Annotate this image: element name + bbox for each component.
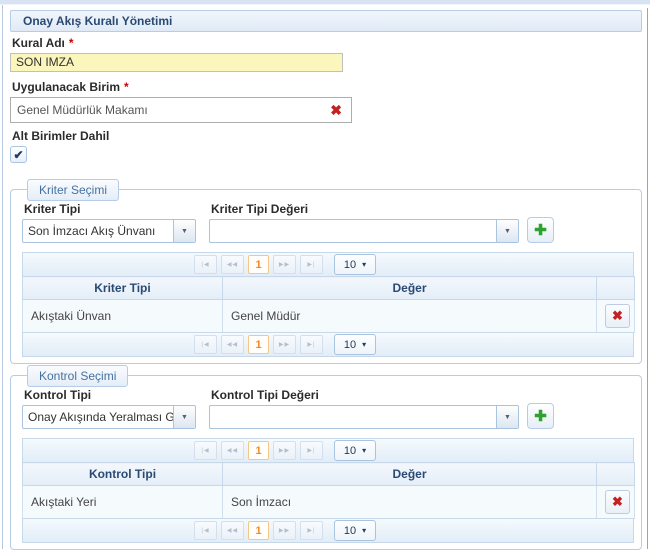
kontrol-row-value-cell: Son İmzacı [223, 486, 597, 519]
paginator-page-1-button[interactable]: 1 [248, 441, 269, 460]
kriter-paginator-top: |◀ ◀◀ 1 ▶▶ ▶| 10 ▾ [22, 252, 634, 277]
kontrol-table-col-action [597, 463, 635, 486]
kriter-table-col-value: Değer [223, 277, 597, 300]
kontrol-secimi-legend: Kontrol Seçimi [27, 365, 128, 387]
caret-down-icon: ▾ [362, 260, 366, 269]
uygulanacak-birim-label: Uygulanacak Birim* [12, 80, 642, 94]
kontrol-tipi-degeri-combobox[interactable]: ▼ [209, 405, 519, 429]
paginator-prev-button[interactable]: ◀◀ [221, 521, 244, 540]
caret-down-icon: ▾ [362, 526, 366, 535]
kriter-secimi-legend: Kriter Seçimi [27, 179, 119, 201]
required-asterisk: * [124, 80, 129, 94]
paginator-next-button[interactable]: ▶▶ [273, 521, 296, 540]
clear-x-icon[interactable]: ✖ [330, 102, 342, 118]
kontrol-tipi-selected-value: Onay Akışında Yeralması Gereken. [23, 406, 173, 428]
page-size-select[interactable]: 10 ▾ [334, 440, 376, 461]
paginator-last-button[interactable]: ▶| [300, 335, 323, 354]
paginator-first-button[interactable]: |◀ [194, 521, 217, 540]
delete-x-icon: ✖ [612, 494, 623, 510]
kontrol-table-col-value: Değer [223, 463, 597, 486]
kriter-tipi-selected-value: Son İmzacı Akış Ünvanı [23, 220, 173, 242]
kriter-tipi-degeri-selected-value [210, 220, 496, 242]
checkmark-icon: ✔ [13, 148, 23, 162]
paginator-first-button[interactable]: |◀ [194, 255, 217, 274]
add-kontrol-button[interactable]: ✚ [527, 403, 554, 429]
kontrol-paginator-top: |◀ ◀◀ 1 ▶▶ ▶| 10 ▾ [22, 438, 634, 463]
page-title: Onay Akış Kuralı Yönetimi [10, 10, 642, 32]
kriter-table: Kriter Tipi Değer Akıştaki Ünvan Genel M… [22, 276, 635, 333]
plus-icon: ✚ [534, 221, 547, 239]
panel-right-border [647, 8, 648, 549]
panel-left-border [2, 5, 3, 549]
kontrol-row-type-cell: Akıştaki Yeri [23, 486, 223, 519]
page-size-select[interactable]: 10 ▾ [334, 520, 376, 541]
delete-x-icon: ✖ [612, 308, 623, 324]
kontrol-tipi-degeri-label: Kontrol Tipi Değeri [211, 388, 519, 402]
chevron-down-icon[interactable]: ▼ [173, 220, 195, 242]
paginator-last-button[interactable]: ▶| [300, 255, 323, 274]
kural-adi-label: Kural Adı* [12, 36, 642, 50]
table-row: Akıştaki Yeri Son İmzacı ✖ [23, 486, 635, 519]
kontrol-tipi-combobox[interactable]: Onay Akışında Yeralması Gereken. ▼ [22, 405, 196, 429]
delete-kriter-row-button[interactable]: ✖ [605, 304, 630, 328]
paginator-prev-button[interactable]: ◀◀ [221, 335, 244, 354]
kontrol-secimi-section: Kontrol Seçimi Kontrol Tipi Onay Akışınd… [10, 375, 642, 550]
page-size-select[interactable]: 10 ▾ [334, 334, 376, 355]
alt-birimler-dahil-checkbox[interactable]: ✔ [10, 146, 27, 163]
kriter-tipi-degeri-label: Kriter Tipi Değeri [211, 202, 519, 216]
kontrol-table-grid: |◀ ◀◀ 1 ▶▶ ▶| 10 ▾ Kontrol Tipi Değer [22, 438, 634, 543]
uygulanacak-birim-input[interactable]: Genel Müdürlük Makamı ✖ [10, 97, 352, 123]
paginator-next-button[interactable]: ▶▶ [273, 441, 296, 460]
paginator-last-button[interactable]: ▶| [300, 521, 323, 540]
kriter-secimi-section: Kriter Seçimi Kriter Tipi Son İmzacı Akı… [10, 189, 642, 364]
main-panel: Onay Akış Kuralı Yönetimi Kural Adı* SON… [10, 10, 642, 550]
kriter-row-value-cell: Genel Müdür [223, 300, 597, 333]
chevron-down-icon[interactable]: ▼ [173, 406, 195, 428]
paginator-first-button[interactable]: |◀ [194, 335, 217, 354]
kriter-tipi-combobox[interactable]: Son İmzacı Akış Ünvanı ▼ [22, 219, 196, 243]
required-asterisk: * [69, 36, 74, 50]
kontrol-tipi-label: Kontrol Tipi [24, 388, 196, 402]
plus-icon: ✚ [534, 407, 547, 425]
paginator-page-1-button[interactable]: 1 [248, 255, 269, 274]
caret-down-icon: ▾ [362, 446, 366, 455]
chevron-down-icon[interactable]: ▼ [496, 406, 518, 428]
table-row: Akıştaki Ünvan Genel Müdür ✖ [23, 300, 635, 333]
kural-adi-input[interactable]: SON IMZA [10, 53, 343, 72]
kontrol-paginator-bottom: |◀ ◀◀ 1 ▶▶ ▶| 10 ▾ [22, 518, 634, 543]
kriter-tipi-degeri-combobox[interactable]: ▼ [209, 219, 519, 243]
top-divider-strip [0, 0, 650, 5]
paginator-prev-button[interactable]: ◀◀ [221, 255, 244, 274]
alt-birimler-dahil-label: Alt Birimler Dahil [12, 129, 642, 143]
kriter-tipi-label: Kriter Tipi [24, 202, 196, 216]
kriter-combo-row: Kriter Tipi Son İmzacı Akış Ünvanı ▼ Kri… [22, 202, 634, 243]
paginator-page-1-button[interactable]: 1 [248, 521, 269, 540]
paginator-next-button[interactable]: ▶▶ [273, 335, 296, 354]
kriter-table-grid: |◀ ◀◀ 1 ▶▶ ▶| 10 ▾ Kriter Tipi Değer [22, 252, 634, 357]
kontrol-table: Kontrol Tipi Değer Akıştaki Yeri Son İmz… [22, 462, 635, 519]
kriter-table-col-action [597, 277, 635, 300]
uygulanacak-birim-value: Genel Müdürlük Makamı [11, 98, 351, 122]
paginator-first-button[interactable]: |◀ [194, 441, 217, 460]
paginator-last-button[interactable]: ▶| [300, 441, 323, 460]
add-kriter-button[interactable]: ✚ [527, 217, 554, 243]
chevron-down-icon[interactable]: ▼ [496, 220, 518, 242]
kriter-table-col-type: Kriter Tipi [23, 277, 223, 300]
kontrol-combo-row: Kontrol Tipi Onay Akışında Yeralması Ger… [22, 388, 634, 429]
paginator-prev-button[interactable]: ◀◀ [221, 441, 244, 460]
kriter-row-type-cell: Akıştaki Ünvan [23, 300, 223, 333]
delete-kontrol-row-button[interactable]: ✖ [605, 490, 630, 514]
paginator-next-button[interactable]: ▶▶ [273, 255, 296, 274]
caret-down-icon: ▾ [362, 340, 366, 349]
kontrol-table-col-type: Kontrol Tipi [23, 463, 223, 486]
paginator-page-1-button[interactable]: 1 [248, 335, 269, 354]
kontrol-tipi-degeri-selected-value [210, 406, 496, 428]
kriter-paginator-bottom: |◀ ◀◀ 1 ▶▶ ▶| 10 ▾ [22, 332, 634, 357]
page-size-select[interactable]: 10 ▾ [334, 254, 376, 275]
